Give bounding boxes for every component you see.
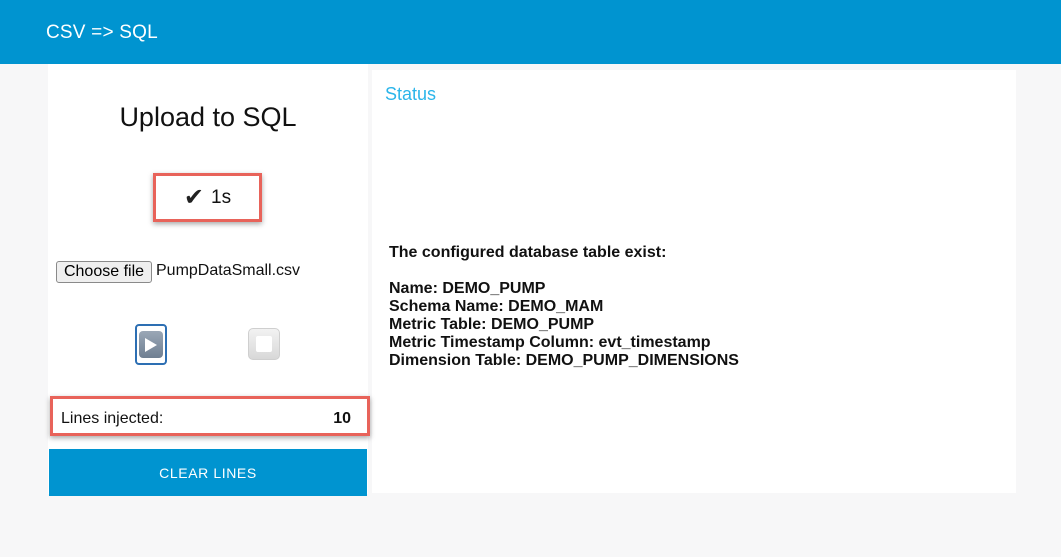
lines-injected-box: Lines injected: 10 xyxy=(50,396,370,436)
status-line: Schema Name: DEMO_MAM xyxy=(389,298,604,315)
lines-injected-label: Lines injected: xyxy=(61,410,164,427)
elapsed-time: 1s xyxy=(211,186,232,208)
status-line: Name: DEMO_PUMP xyxy=(389,280,546,297)
choose-file-button[interactable]: Choose file xyxy=(56,261,152,283)
status-line: Metric Table: DEMO_PUMP xyxy=(389,316,595,333)
stop-button[interactable] xyxy=(248,328,280,360)
elapsed-time-box: ✔ 1s xyxy=(153,173,262,222)
upload-heading: Upload to SQL xyxy=(119,102,297,132)
status-header: The configured database table exist: xyxy=(389,244,667,261)
lines-injected-value: 10 xyxy=(333,410,351,427)
app-title: CSV => SQL xyxy=(46,22,158,43)
status-title: Status xyxy=(385,84,437,104)
selected-file-name: PumpDataSmall.csv xyxy=(156,262,301,279)
app-bar: CSV => SQL xyxy=(0,0,1061,64)
status-line: Dimension Table: DEMO_PUMP_DIMENSIONS xyxy=(389,352,739,369)
clear-lines-button[interactable]: CLEAR LINES xyxy=(49,449,367,496)
stop-icon xyxy=(256,336,272,352)
play-button[interactable] xyxy=(135,324,167,365)
status-line: Metric Timestamp Column: evt_timestamp xyxy=(389,334,711,351)
play-icon xyxy=(139,331,163,358)
check-icon: ✔ xyxy=(183,183,205,211)
status-message: The configured database table exist: Nam… xyxy=(389,244,739,370)
